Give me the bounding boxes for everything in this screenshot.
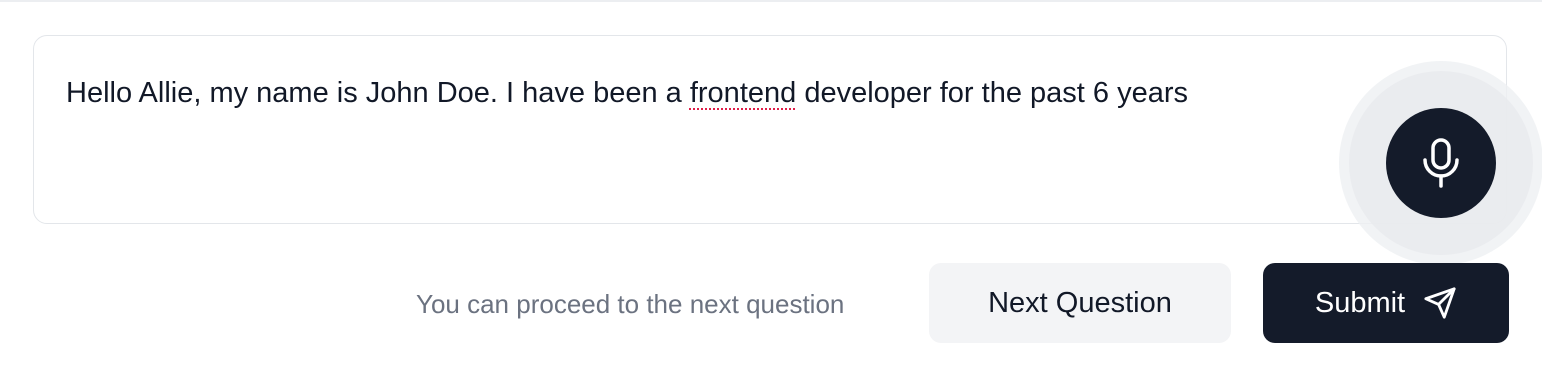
- answer-panel: Hello Allie, my name is John Doe. I have…: [0, 0, 1542, 376]
- submit-label: Submit: [1314, 286, 1406, 319]
- top-divider: [0, 0, 1542, 2]
- next-question-label: Next Question: [988, 286, 1172, 319]
- proceed-hint: You can proceed to the next question: [416, 289, 845, 319]
- misspelled-word[interactable]: frontend: [690, 77, 796, 109]
- answer-text[interactable]: Hello Allie, my name is John Doe. I have…: [66, 74, 1188, 112]
- answer-text-start: Hello Allie, my name is John Doe. I have…: [66, 77, 690, 109]
- send-icon: [1423, 286, 1457, 320]
- answer-textarea[interactable]: [33, 35, 1507, 224]
- submit-button[interactable]: Submit: [1263, 263, 1509, 343]
- microphone-icon: [1421, 137, 1461, 189]
- next-question-button[interactable]: Next Question: [929, 263, 1231, 343]
- answer-text-end: developer for the past 6 years: [796, 77, 1188, 109]
- microphone-button[interactable]: [1386, 108, 1496, 218]
